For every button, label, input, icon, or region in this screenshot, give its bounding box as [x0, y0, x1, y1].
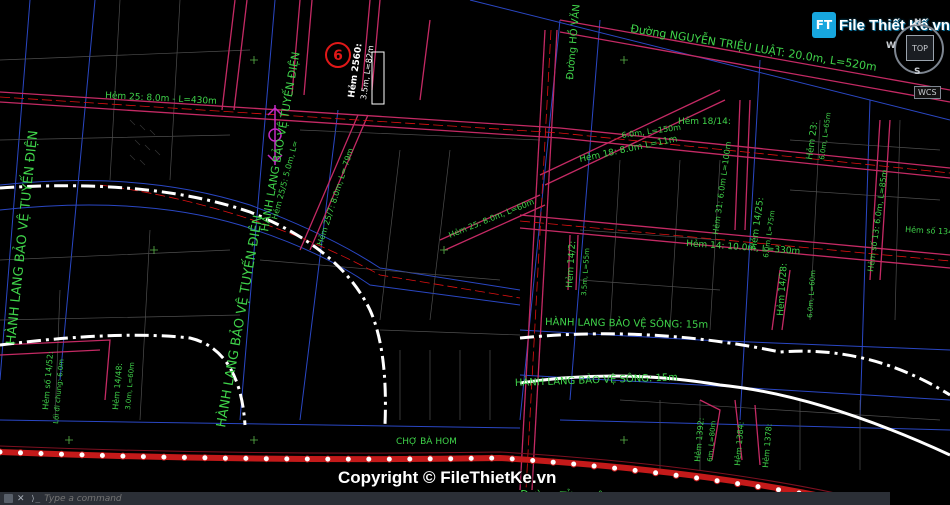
road-survey-marker — [37, 450, 45, 457]
road-survey-marker — [385, 455, 393, 463]
label-cho-ba-hom: CHỢ BÀ HOM — [396, 435, 457, 447]
label-ho-van: Đường HỒ VĂN — [562, 4, 583, 81]
label-hem-so-13: Hẻm số 13: 6.0m, L=85m — [865, 169, 889, 273]
command-line-bar: ✕ ⟩_ — [0, 492, 890, 505]
road-survey-marker — [590, 462, 598, 470]
road-survey-marker — [201, 454, 209, 462]
road-survey-marker — [324, 455, 332, 463]
compass-south[interactable]: S — [914, 67, 920, 77]
label-hem-14-28: Hẻm 14/28: — [775, 263, 790, 317]
command-line-handle-icon[interactable] — [4, 494, 13, 503]
road-survey-marker — [58, 450, 65, 458]
road-survey-marker — [652, 469, 660, 477]
road-survey-marker — [160, 453, 168, 461]
road-survey-marker — [426, 455, 434, 463]
road-survey-marker — [611, 464, 619, 472]
road-survey-marker — [303, 455, 311, 463]
road-survey-marker — [0, 448, 4, 456]
site-plan-drawing: 6 Đường NGUYỄN TRIỆU LUẬT: 20.0m, L=520m… — [0, 0, 950, 505]
label-hem-1378: Hẻm 1378: — [760, 423, 774, 468]
viewcube-top-face[interactable]: TOP — [906, 35, 934, 61]
road-survey-marker — [447, 455, 455, 463]
road-survey-marker — [734, 480, 742, 488]
label-hem-1408: Hẻm 14/48: — [110, 362, 124, 410]
road-survey-marker — [78, 451, 86, 459]
logo-mark: FT — [812, 12, 836, 38]
compass-north[interactable]: N — [914, 18, 922, 28]
road-survey-marker — [262, 455, 270, 463]
road-survey-marker — [180, 454, 188, 461]
label-hem-25: Hẻm 25: 8.0m - L=430m — [105, 90, 217, 107]
vegetation-hatch — [129, 119, 161, 166]
cad-drawing-viewport[interactable]: 6 Đường NGUYỄN TRIỆU LUẬT: 20.0m, L=520m… — [0, 0, 950, 505]
road-survey-marker — [529, 457, 537, 464]
road-survey-marker — [508, 455, 516, 463]
road-survey-marker — [221, 454, 229, 462]
label-hem-23-dim: 6.0m, L=65m — [818, 112, 833, 161]
road-survey-marker — [693, 474, 701, 482]
label-hanh-lang-dien-2: HÀNH LANG BẢO VỆ TUYẾN ĐIỆN — [212, 214, 266, 429]
label-hem-14-28-dim: 6.0m, L=60m — [806, 270, 817, 319]
road-survey-marker — [98, 452, 106, 459]
command-input[interactable] — [44, 493, 645, 504]
road-survey-marker — [713, 477, 721, 485]
label-hem-so-1452-dim: Lối đi chung: 6.0m — [52, 358, 66, 424]
label-hem-18-14: Hẻm 18/14: — [678, 116, 731, 127]
label-hem-1408-dim: 3.0m, L=60m — [124, 362, 136, 411]
road-survey-marker — [17, 449, 24, 457]
road-survey-marker — [365, 455, 373, 463]
copyright-watermark: Copyright © FileThietKe.vn — [338, 468, 557, 487]
label-hem-so-1452: Hẻm số 14/52: — [40, 351, 55, 410]
road-survey-marker — [549, 458, 557, 466]
label-hem-25-2: Hẻm 25: 8.0m, L=60m — [447, 196, 536, 240]
road-survey-marker — [570, 460, 578, 468]
road-outlines — [0, 0, 950, 491]
road-survey-marker — [406, 455, 414, 463]
road-survey-marker — [139, 453, 147, 461]
label-hem-25-7: Hẻm 25/7: 8.0m, L= 79m — [314, 147, 355, 247]
label-hem-31: Hẻm 31: 6.0m L=100m — [710, 141, 733, 236]
road-survey-marker — [488, 454, 496, 462]
road-survey-marker — [631, 466, 639, 474]
road-survey-marker — [119, 452, 127, 460]
label-hem-1384: Hẻm 1384: — [732, 421, 746, 466]
hem-2560-box — [371, 51, 385, 105]
label-hanh-lang-song-1: HÀNH LANG BẢO VỆ SÔNG: 15m — [545, 314, 708, 331]
viewcube-navigation[interactable]: N W S TOP — [886, 18, 944, 77]
label-hem-so-1341: Hẻm số 134/25: — [905, 224, 950, 237]
wcs-menu[interactable]: WCS — [914, 86, 941, 99]
road-survey-marker — [344, 455, 352, 463]
road-survey-marker — [242, 454, 250, 462]
compass-west[interactable]: W — [886, 41, 896, 51]
label-hanh-lang-song-2: HÀNH LANG BẢO VỆ SÔNG: 15m — [515, 369, 679, 389]
road-survey-marker — [754, 483, 762, 491]
label-hem-14: Hẻm 14: 10.0m, L=330m — [686, 238, 801, 257]
marker-number: 6 — [333, 48, 343, 64]
label-hanh-lang-dien-1: HÀNH LANG BẢO VỆ TUYẾN ĐIỆN — [2, 129, 41, 345]
label-hem-1392-dim: 6m, L=80m — [706, 420, 718, 462]
close-icon[interactable]: ✕ — [17, 494, 25, 504]
road-survey-marker — [467, 454, 475, 462]
road-survey-marker — [672, 471, 680, 479]
command-prompt-icon: ⟩_ — [30, 494, 41, 503]
road-survey-marker — [283, 455, 291, 463]
